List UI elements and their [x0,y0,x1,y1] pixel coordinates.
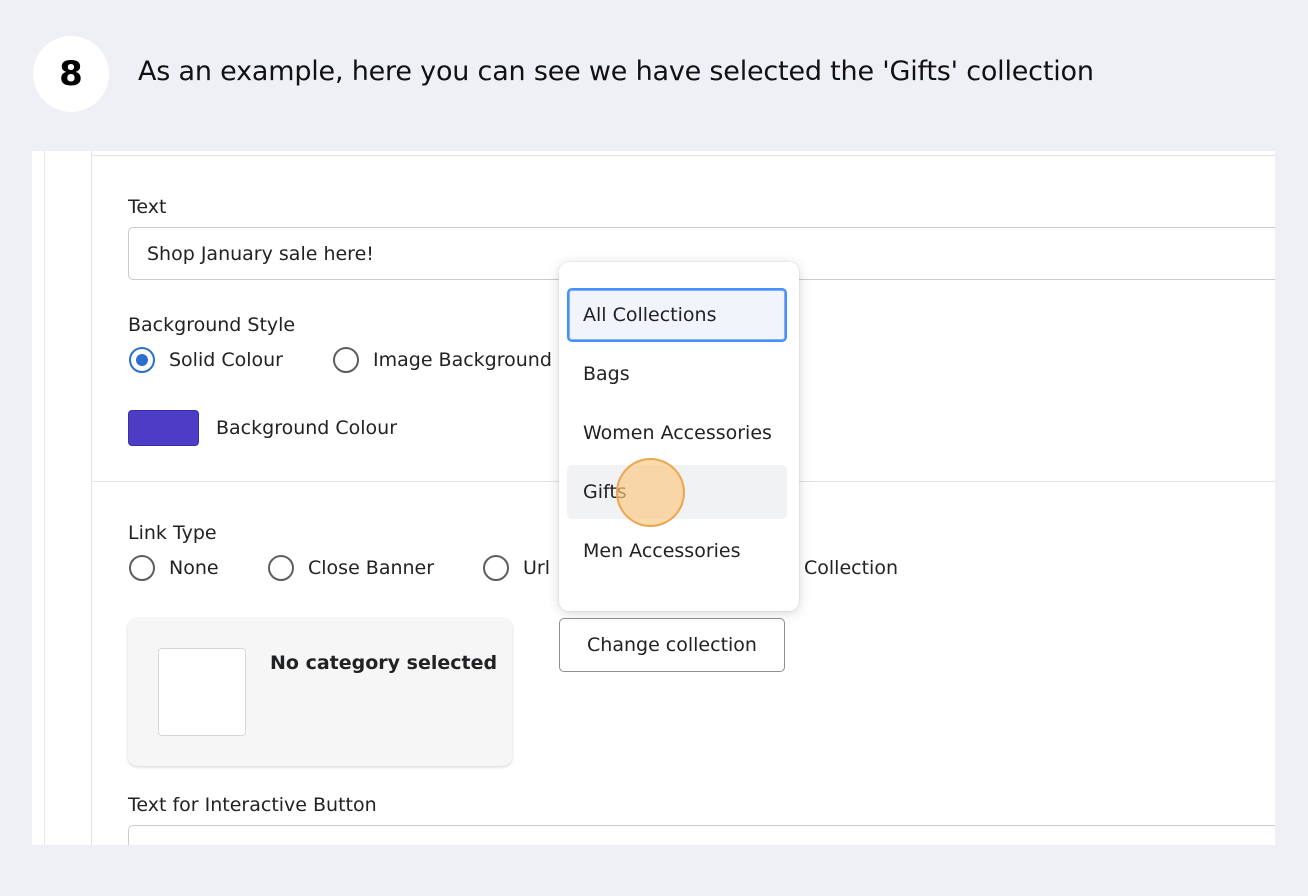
radio-image-background[interactable]: Image Background [333,347,552,373]
no-category-text: No category selected [270,652,498,674]
background-style-label: Background Style [128,314,296,336]
radio-link-close-banner[interactable]: Close Banner [268,555,434,581]
dropdown-item-all-collections[interactable]: All Collections [567,288,787,342]
link-type-label: Link Type [128,522,217,544]
collection-dropdown: All Collections Bags Women Accessories G… [559,262,799,611]
collection-preview-card: No category selected [128,618,512,766]
section-divider-top [92,155,1275,156]
dropdown-item-men-accessories[interactable]: Men Accessories [567,524,787,578]
background-colour-swatch[interactable] [128,410,199,446]
text-field-label: Text [128,196,167,218]
interactive-button-text-label: Text for Interactive Button [128,794,377,816]
click-indicator [616,458,685,527]
dropdown-item-bags[interactable]: Bags [567,347,787,401]
radio-link-url[interactable]: Url [483,555,550,581]
radio-image-background-label: Image Background [373,349,552,371]
radio-unchecked-icon[interactable] [268,555,294,581]
left-gutter [32,151,92,845]
radio-unchecked-icon[interactable] [129,555,155,581]
background-colour-label: Background Colour [216,417,398,439]
dropdown-item-women-accessories[interactable]: Women Accessories [567,406,787,460]
radio-solid-colour-label: Solid Colour [169,349,283,371]
step-instruction: As an example, here you can see we have … [138,56,1094,87]
change-collection-button[interactable]: Change collection [559,618,785,672]
radio-link-close-banner-label: Close Banner [308,557,435,579]
interactive-button-text-input[interactable] [128,825,1275,845]
step-number-badge: 8 [33,36,109,112]
radio-link-collection-label[interactable]: Collection [804,557,898,579]
radio-solid-colour[interactable]: Solid Colour [129,347,283,373]
radio-link-none[interactable]: None [129,555,219,581]
radio-checked-icon[interactable] [129,347,155,373]
banner-text-value: Shop January sale here! [147,242,374,265]
gutter-divider [44,151,45,845]
radio-link-none-label: None [169,557,219,579]
radio-unchecked-icon[interactable] [483,555,509,581]
radio-unchecked-icon[interactable] [333,347,359,373]
collection-thumbnail [158,648,246,736]
step-header: 8 As an example, here you can see we hav… [0,0,1308,150]
radio-link-url-label: Url [523,557,550,579]
